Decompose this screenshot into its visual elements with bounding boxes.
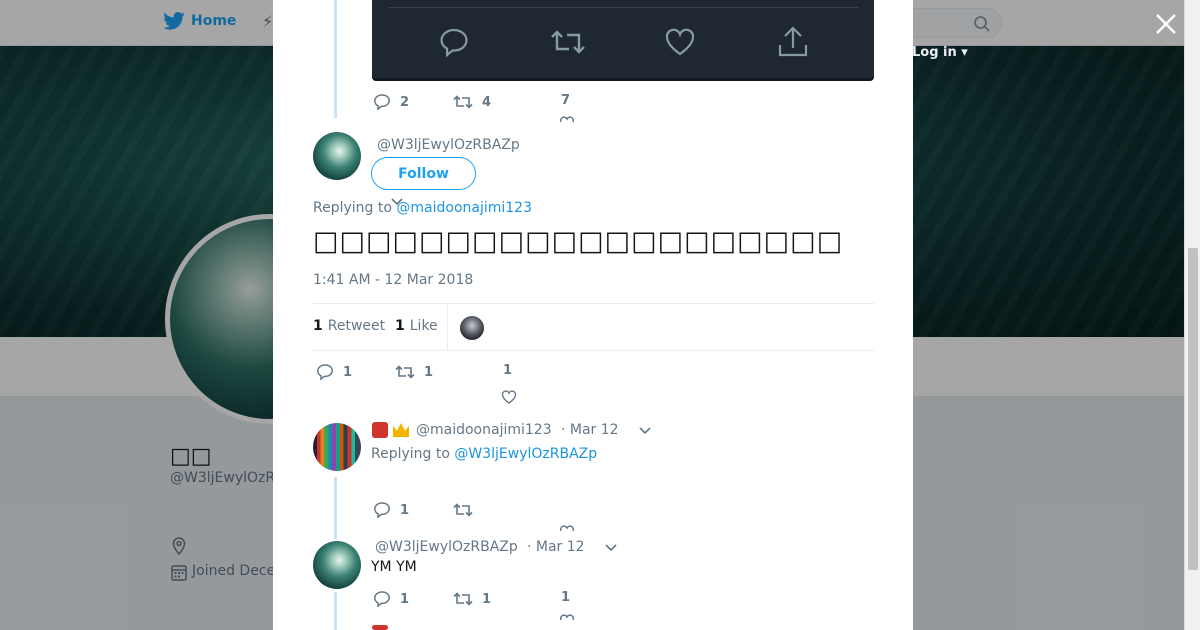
chevron-down-icon[interactable] [639,427,651,435]
replying-to-link[interactable]: @maidoonajimi123 [396,200,532,216]
prev-retweet-count: 4 [482,94,492,110]
scrollbar-thumb[interactable] [1188,248,1198,570]
like-action[interactable]: 1 [503,363,512,378]
retweet-stat[interactable]: 1 Retweet [313,318,385,334]
heart-icon[interactable] [664,26,696,58]
reply-1-reply-count: 1 [400,502,410,518]
thread-line-reply-1 [334,477,337,539]
tweet-stats: 1 Retweet 1 Like [313,303,874,351]
reply-1-reply-action[interactable]: 1 [373,501,409,519]
like-count: 1 [503,363,513,378]
crown-emoji-icon [393,423,409,437]
prev-like-action[interactable]: 7 [561,93,570,108]
reply-1-handle[interactable]: @maidoonajimi123 [416,422,552,438]
reply-icon [374,94,390,111]
reply-1-avatar[interactable] [313,423,361,471]
like-stat-label: Like [409,318,438,334]
retweet-icon [395,365,415,379]
prev-like-count: 7 [561,93,571,108]
tweet-timestamp[interactable]: 1:41 AM - 12 Mar 2018 [313,272,473,288]
follow-button[interactable]: Follow [371,157,476,190]
embedded-media-card[interactable] [372,0,874,81]
reply-2-retweet-count: 1 [482,591,492,607]
reply-icon [317,364,333,381]
tweet-text: □□□□□□□□□□□□□□□□□□□□ [313,226,844,257]
retweet-icon [453,592,473,606]
heart-icon[interactable] [560,116,574,122]
media-card-divider [388,7,858,8]
thread-line-top [334,0,337,118]
reply-2-handle[interactable]: @W3ljEwylOzRBAZp [375,539,518,555]
emoji-icon [372,625,388,630]
reply-1-date[interactable]: · Mar 12 [561,422,619,438]
like-stat[interactable]: 1 Like [395,318,438,334]
page-scrollbar[interactable] [1184,0,1200,630]
replying-to-line: Replying to @maidoonajimi123 [313,200,532,216]
heart-icon[interactable] [560,614,574,620]
author-avatar[interactable] [313,132,361,180]
like-stat-count: 1 [395,318,405,334]
replying-prefix: Replying to [313,200,397,216]
heart-icon[interactable] [501,389,517,405]
reply-icon[interactable] [438,26,470,58]
reply-2-retweet-action[interactable]: 1 [453,590,491,608]
tweet-thread-modal: 2 4 7 @W3ljEwylOzRBAZp Follow Replying t… [273,0,913,630]
heart-icon[interactable] [560,525,574,531]
reply-2-date[interactable]: · Mar 12 [527,539,585,555]
retweet-icon [453,95,473,109]
reply-action[interactable]: 1 [316,363,352,381]
retweet-icon[interactable] [550,26,586,58]
reply-2-like-count: 1 [561,590,571,605]
prev-reply-count: 2 [400,94,410,110]
author-handle[interactable]: @W3ljEwylOzRBAZp [377,137,520,153]
emoji-icon [372,422,388,438]
chevron-down-icon[interactable] [605,544,617,552]
replying-to-link[interactable]: @W3ljEwylOzRBAZp [454,446,597,462]
prev-retweet-action[interactable]: 4 [453,93,491,111]
replying-prefix: Replying to [371,446,455,462]
reply-2-avatar[interactable] [313,541,361,589]
reply-count: 1 [343,364,353,380]
share-icon[interactable] [776,26,810,58]
prev-reply-action[interactable]: 2 [373,93,409,111]
retweet-icon[interactable] [453,501,473,519]
retweet-stat-label: Retweet [327,318,386,334]
reply-2-reply-action[interactable]: 1 [373,590,409,608]
reply-2-text: YM YM [371,559,417,575]
reply-2-like-action[interactable]: 1 [561,590,570,605]
stats-divider [447,304,448,350]
reply-icon [374,591,390,608]
thread-line-reply-2 [334,592,337,630]
close-icon[interactable] [1153,11,1179,37]
login-link[interactable]: Log in ▾ [912,45,968,60]
retweet-action[interactable]: 1 [395,363,433,381]
liker-avatar[interactable] [460,316,484,340]
reply-icon [374,502,390,519]
reply-2-reply-count: 1 [400,591,410,607]
retweet-count: 1 [424,364,434,380]
reply-1-replying-line: Replying to @W3ljEwylOzRBAZp [371,446,597,462]
retweet-stat-count: 1 [313,318,323,334]
